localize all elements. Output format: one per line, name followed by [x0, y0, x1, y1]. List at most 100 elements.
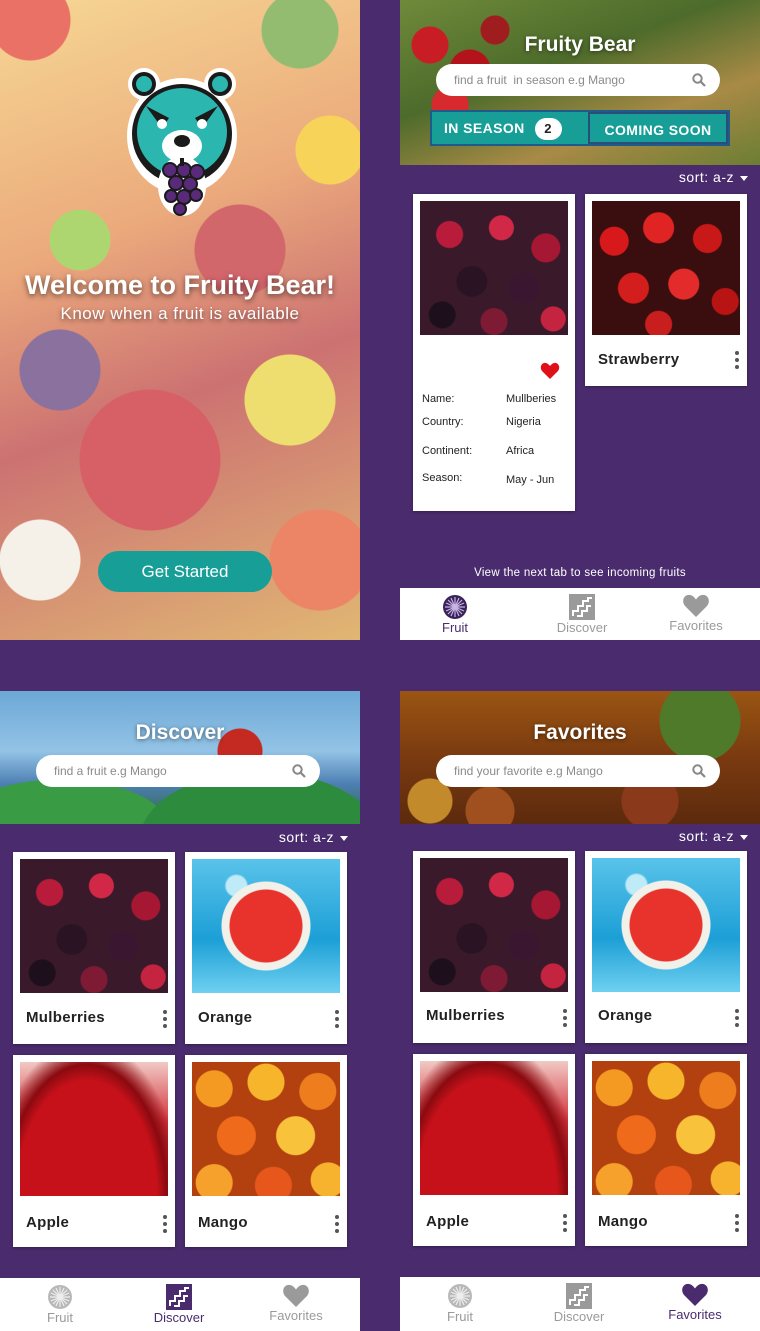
card-name: Mulberries	[26, 1009, 105, 1026]
fruit-card-strawberry[interactable]: Strawberry	[585, 194, 747, 386]
mulberries-image	[420, 201, 568, 335]
caret-down-icon	[740, 834, 748, 840]
more-options-icon[interactable]	[335, 1215, 339, 1233]
fruit-card-mango[interactable]: Mango	[185, 1055, 347, 1247]
footer-note: View the next tab to see incoming fruits	[474, 567, 686, 579]
season-tabs: IN SEASON 2 COMING SOON	[430, 110, 730, 146]
discover-icon	[569, 594, 595, 620]
continent-value: Africa	[506, 445, 535, 457]
country-label: Country:	[422, 416, 464, 428]
search-icon[interactable]	[692, 764, 706, 778]
orange-image	[592, 858, 740, 992]
season-value: May - Jun	[506, 474, 555, 486]
mulberries-image	[20, 859, 168, 993]
fruit-header: Fruity Bear IN SEASON 2 COMING SOON	[400, 0, 760, 165]
more-options-icon[interactable]	[163, 1215, 167, 1233]
welcome-subtitle: Know when a fruit is available	[60, 304, 300, 323]
bottom-nav: Fruit Discover Favorites	[400, 588, 760, 640]
search-input[interactable]	[452, 763, 692, 779]
tab-coming-soon[interactable]: COMING SOON	[588, 112, 728, 144]
more-options-icon[interactable]	[735, 1009, 739, 1027]
page-title: Favorites	[533, 721, 627, 744]
welcome-screen: Welcome to Fruity Bear! Know when a frui…	[0, 0, 360, 640]
count-badge: 2	[534, 118, 562, 140]
nav-fruit[interactable]: Fruit	[0, 1278, 120, 1325]
name-value: Mullberies	[506, 393, 557, 405]
bottom-nav: Fruit Discover Favorites	[400, 1277, 760, 1331]
nav-fruit-label: Fruit	[442, 620, 468, 635]
nav-favorites-label: Favorites	[669, 618, 723, 633]
tab-in-season[interactable]: IN SEASON 2	[432, 112, 586, 144]
get-started-button[interactable]: Get Started	[98, 551, 272, 592]
nav-discover-label: Discover	[553, 1309, 605, 1324]
fruit-card-orange[interactable]: Orange	[185, 852, 347, 1044]
fruit-screen: Fruity Bear IN SEASON 2 COMING SOON sort:…	[400, 0, 760, 640]
more-options-icon[interactable]	[163, 1010, 167, 1028]
search-bar	[436, 64, 720, 96]
fruit-detail-card[interactable]: Name: Mullberies Country: Nigeria Contin…	[413, 194, 575, 511]
more-options-icon[interactable]	[735, 1214, 739, 1232]
tab-in-season-label: IN SEASON	[444, 120, 525, 136]
fruit-card-orange[interactable]: Orange	[585, 851, 747, 1043]
discover-header: Discover	[0, 691, 360, 824]
nav-discover[interactable]: Discover	[119, 1278, 239, 1325]
nav-fruit[interactable]: Fruit	[400, 588, 515, 635]
bottom-nav: Fruit Discover Favorites	[0, 1278, 360, 1331]
card-name: Apple	[26, 1214, 70, 1231]
heart-icon	[682, 1283, 708, 1306]
nav-fruit-label: Fruit	[447, 1309, 473, 1324]
card-name: Mango	[598, 1213, 648, 1230]
sort-label: sort: a-z	[278, 829, 334, 845]
more-options-icon[interactable]	[735, 351, 739, 369]
more-options-icon[interactable]	[563, 1214, 567, 1232]
nav-favorites[interactable]: Favorites	[236, 1278, 356, 1323]
nav-fruit[interactable]: Fruit	[400, 1277, 520, 1324]
apple-image	[20, 1062, 168, 1196]
heart-icon	[283, 1284, 309, 1307]
strawberry-image	[592, 201, 740, 335]
nav-discover-label: Discover	[556, 620, 608, 635]
heart-icon[interactable]	[540, 362, 560, 380]
card-name: Strawberry	[598, 351, 680, 368]
nav-favorites-label: Favorites	[668, 1307, 722, 1322]
welcome-title: Welcome to Fruity Bear!	[24, 270, 336, 300]
sort-label: sort: a-z	[678, 828, 734, 844]
mulberries-image	[420, 858, 568, 992]
season-label: Season:	[422, 472, 463, 484]
mango-image	[592, 1061, 740, 1195]
fruit-card-apple[interactable]: Apple	[13, 1055, 175, 1247]
orange-image	[192, 859, 340, 993]
fruit-icon	[443, 595, 467, 619]
sort-label: sort: a-z	[678, 169, 734, 185]
nav-favorites-label: Favorites	[269, 1308, 323, 1323]
caret-down-icon	[740, 175, 748, 181]
nav-discover[interactable]: Discover	[522, 588, 642, 635]
sort-dropdown[interactable]: sort: a-z	[679, 828, 748, 844]
search-input[interactable]	[452, 72, 692, 88]
nav-favorites[interactable]: Favorites	[636, 588, 756, 633]
fruit-card-mulberries[interactable]: Mulberries	[13, 852, 175, 1044]
search-icon[interactable]	[692, 73, 706, 87]
nav-discover[interactable]: Discover	[519, 1277, 639, 1324]
fruity-bear-logo	[127, 68, 237, 216]
search-input[interactable]	[52, 763, 292, 779]
search-bar	[36, 755, 320, 787]
search-icon[interactable]	[292, 764, 306, 778]
fruit-card-mulberries[interactable]: Mulberries	[413, 851, 575, 1043]
more-options-icon[interactable]	[335, 1010, 339, 1028]
more-options-icon[interactable]	[563, 1009, 567, 1027]
search-bar	[436, 755, 720, 787]
fruit-card-mango[interactable]: Mango	[585, 1054, 747, 1246]
favorites-screen: Favorites sort: a-z Mulberries Orange Ap…	[400, 691, 760, 1331]
card-name: Mango	[198, 1214, 248, 1231]
sort-dropdown[interactable]: sort: a-z	[679, 169, 748, 185]
sort-dropdown[interactable]: sort: a-z	[279, 829, 348, 845]
fruit-card-apple[interactable]: Apple	[413, 1054, 575, 1246]
card-name: Orange	[198, 1009, 253, 1026]
nav-discover-label: Discover	[153, 1310, 205, 1325]
favorites-header: Favorites	[400, 691, 760, 824]
discover-screen: Discover sort: a-z Mulberries Orange App…	[0, 691, 360, 1331]
page-title: Fruity Bear	[524, 33, 636, 56]
discover-icon	[166, 1284, 192, 1310]
nav-favorites[interactable]: Favorites	[635, 1277, 755, 1322]
